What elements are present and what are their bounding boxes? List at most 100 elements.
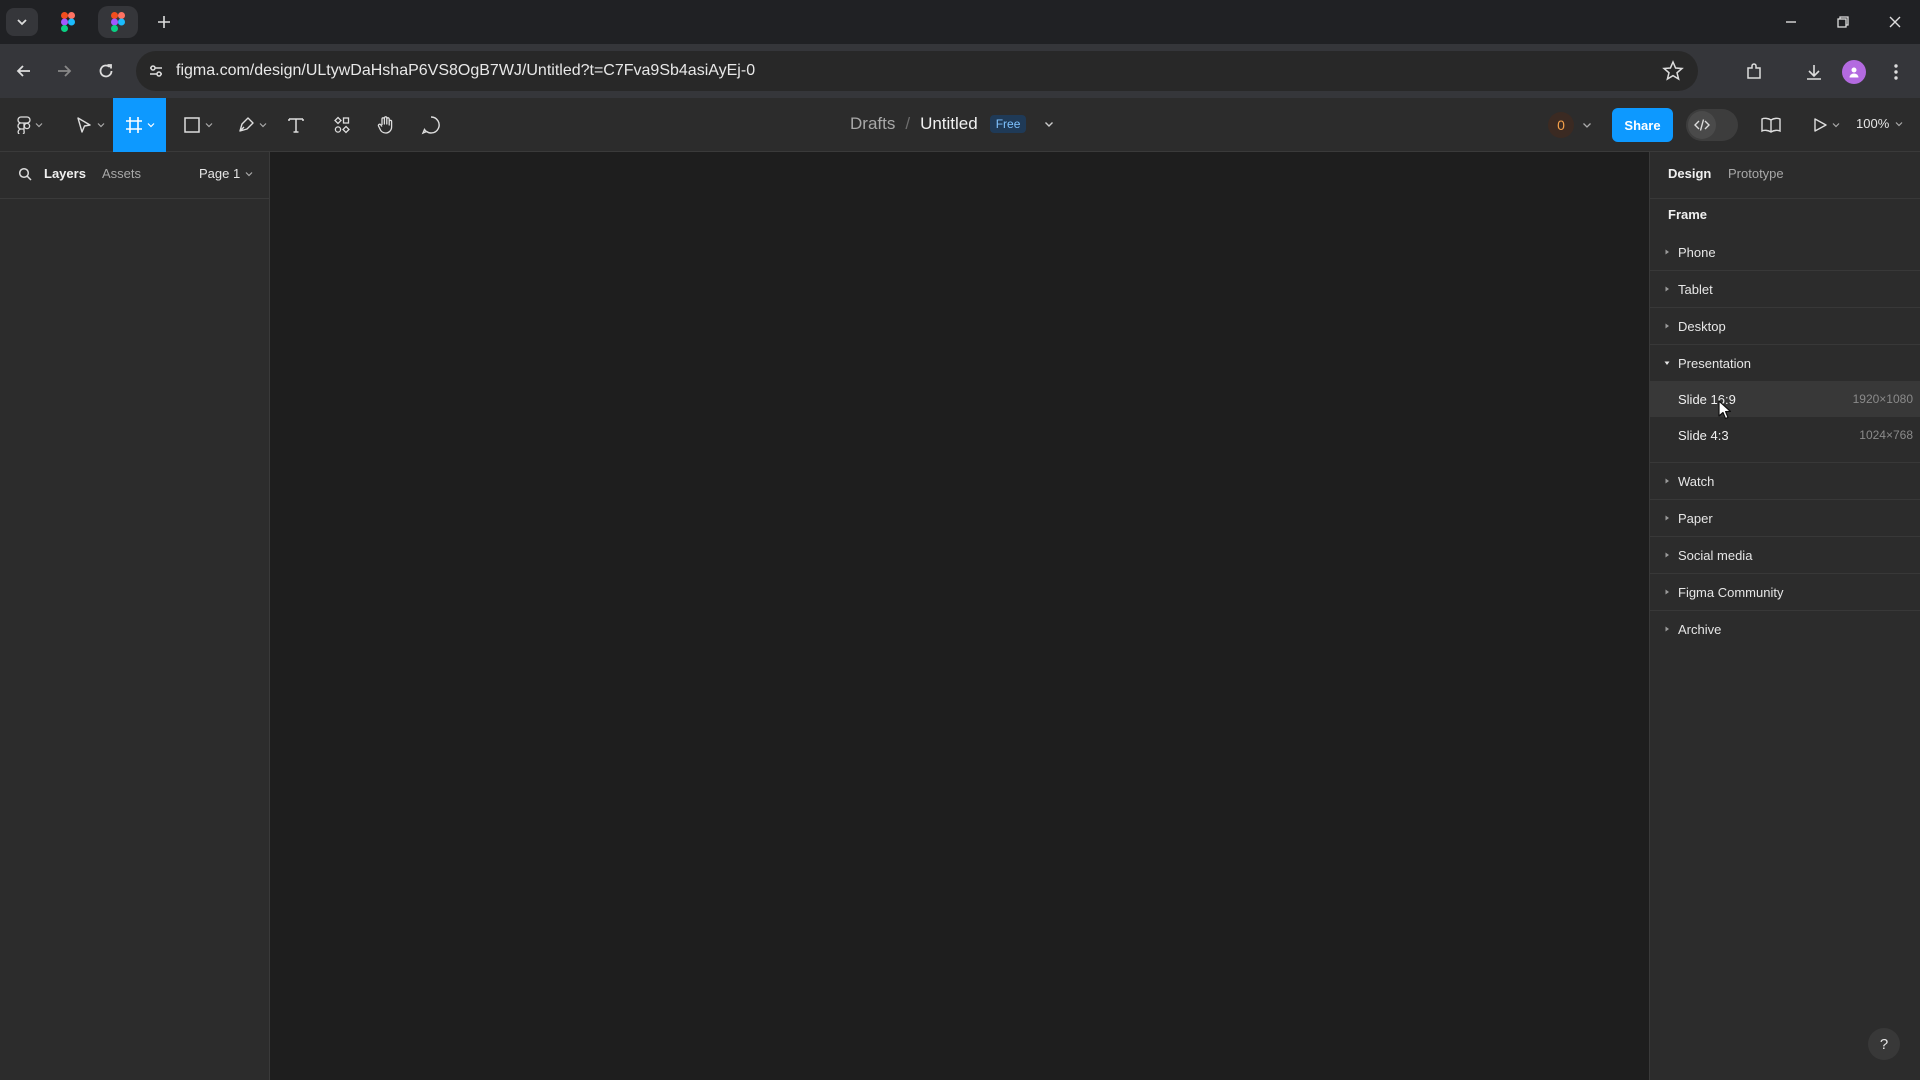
arrow-left-icon (16, 65, 30, 77)
caret-down-icon (1664, 361, 1670, 365)
present-button[interactable] (1808, 98, 1844, 152)
chevron-down-icon (205, 123, 213, 128)
hand-tool-button[interactable] (374, 98, 398, 152)
omnibox[interactable]: figma.com/design/ULtywDaHshaP6VS8OgB7WJ/… (136, 51, 1698, 91)
caret-right-icon (1665, 478, 1669, 484)
frame-preset-slide-4-3[interactable]: Slide 4:3 1024×768 (1650, 417, 1920, 453)
file-title[interactable]: Untitled (920, 114, 978, 134)
page-selector[interactable]: Page 1 (199, 166, 253, 181)
breadcrumb: Drafts / Untitled Free (850, 114, 1054, 134)
downloads-button[interactable] (1800, 58, 1828, 86)
resources-tool-button[interactable] (330, 98, 354, 152)
browser-tab-figma-2[interactable] (98, 6, 138, 38)
figma-menu-icon (17, 116, 31, 134)
tab-search-button[interactable] (6, 8, 38, 36)
comment-tool-button[interactable] (418, 98, 444, 152)
library-button[interactable] (1758, 98, 1784, 152)
breadcrumb-drafts[interactable]: Drafts (850, 114, 895, 134)
frame-preset-size: 1024×768 (1859, 428, 1913, 442)
rectangle-icon (184, 117, 200, 133)
layers-search-button[interactable] (18, 167, 32, 181)
tab-design[interactable]: Design (1668, 166, 1711, 181)
canvas[interactable] (271, 152, 1649, 1080)
text-tool-button[interactable] (284, 98, 308, 152)
frame-tool-button[interactable] (113, 98, 166, 152)
tab-layers[interactable]: Layers (44, 166, 86, 181)
frame-category-label: Social media (1678, 548, 1753, 563)
chevron-down-icon (1895, 121, 1903, 126)
shape-tool-button[interactable] (178, 98, 218, 152)
caret-right-icon (1665, 626, 1669, 632)
frame-category-figma-community[interactable]: Figma Community (1650, 574, 1920, 610)
pen-icon (239, 117, 254, 132)
frame-category-archive[interactable]: Archive (1650, 611, 1920, 647)
chevron-down-icon (17, 19, 27, 26)
code-icon (1694, 119, 1710, 131)
download-icon (1807, 65, 1821, 80)
dev-mode-knob (1688, 111, 1716, 139)
frame-category-phone[interactable]: Phone (1650, 234, 1920, 270)
close-window-button[interactable] (1872, 6, 1918, 38)
frame-category-label: Paper (1678, 511, 1713, 526)
play-icon (1814, 118, 1827, 132)
tab-prototype[interactable]: Prototype (1728, 166, 1784, 181)
extensions-button[interactable] (1740, 58, 1768, 86)
frame-category-label: Archive (1678, 622, 1722, 637)
dev-mode-toggle[interactable] (1686, 109, 1738, 141)
chevron-down-icon (245, 171, 253, 176)
book-icon (1761, 117, 1781, 133)
browser-menu-button[interactable] (1882, 58, 1910, 86)
chevron-down-icon[interactable] (1044, 119, 1054, 129)
hand-icon (377, 116, 393, 134)
reload-icon (99, 64, 113, 78)
caret-right-icon (1665, 552, 1669, 558)
frame-category-label: Watch (1678, 474, 1715, 489)
main-menu-button[interactable] (12, 98, 48, 152)
more-vertical-icon (1894, 64, 1898, 80)
figma-logo-icon (61, 12, 75, 32)
caret-right-icon (1665, 249, 1669, 255)
frame-category-presentation[interactable]: Presentation (1650, 345, 1920, 381)
frame-category-social-media[interactable]: Social media (1650, 537, 1920, 573)
browser-tab-figma-1[interactable] (48, 6, 88, 38)
zoom-value: 100% (1856, 116, 1890, 131)
help-button[interactable]: ? (1868, 1028, 1900, 1060)
search-icon (18, 167, 32, 181)
profile-avatar[interactable] (1842, 60, 1866, 84)
reload-button[interactable] (92, 57, 120, 85)
frame-preset-label: Slide 4:3 (1678, 428, 1729, 443)
frame-category-paper[interactable]: Paper (1650, 500, 1920, 536)
tab-assets[interactable]: Assets (102, 166, 141, 181)
minimize-button[interactable] (1768, 6, 1814, 38)
chevron-down-icon (1832, 123, 1840, 128)
pen-tool-button[interactable] (232, 98, 272, 152)
left-panel: Layers Assets Page 1 (0, 152, 270, 1080)
frame-preset-size: 1920×1080 (1852, 392, 1913, 406)
url-text[interactable]: figma.com/design/ULtywDaHshaP6VS8OgB7WJ/… (176, 62, 755, 80)
share-button[interactable]: Share (1612, 108, 1673, 142)
divider (1650, 198, 1920, 199)
chevron-down-icon (147, 123, 154, 128)
forward-button[interactable] (50, 57, 78, 85)
chevron-down-icon (1583, 123, 1591, 128)
frame-category-tablet[interactable]: Tablet (1650, 271, 1920, 307)
collaborator-counter[interactable]: 0 (1548, 111, 1598, 139)
bookmark-button[interactable] (1662, 60, 1684, 82)
browser-tab-strip (0, 0, 1920, 44)
caret-right-icon (1665, 515, 1669, 521)
move-tool-button[interactable] (70, 98, 110, 152)
frame-category-label: Desktop (1678, 319, 1726, 334)
frame-category-desktop[interactable]: Desktop (1650, 308, 1920, 344)
frame-preset-slide-16-9[interactable]: Slide 16:9 1920×1080 (1650, 381, 1920, 417)
right-panel: Design Prototype Frame Phone Tablet Desk… (1649, 152, 1920, 1080)
restore-button[interactable] (1820, 6, 1866, 38)
frame-icon (125, 117, 142, 133)
zoom-control[interactable]: 100% (1856, 116, 1903, 131)
caret-right-icon (1665, 589, 1669, 595)
new-tab-button[interactable] (152, 10, 176, 34)
mouse-cursor (1718, 400, 1732, 420)
site-info-button[interactable] (144, 59, 168, 83)
frame-category-watch[interactable]: Watch (1650, 463, 1920, 499)
frame-category-label: Figma Community (1678, 585, 1784, 600)
back-button[interactable] (10, 57, 38, 85)
